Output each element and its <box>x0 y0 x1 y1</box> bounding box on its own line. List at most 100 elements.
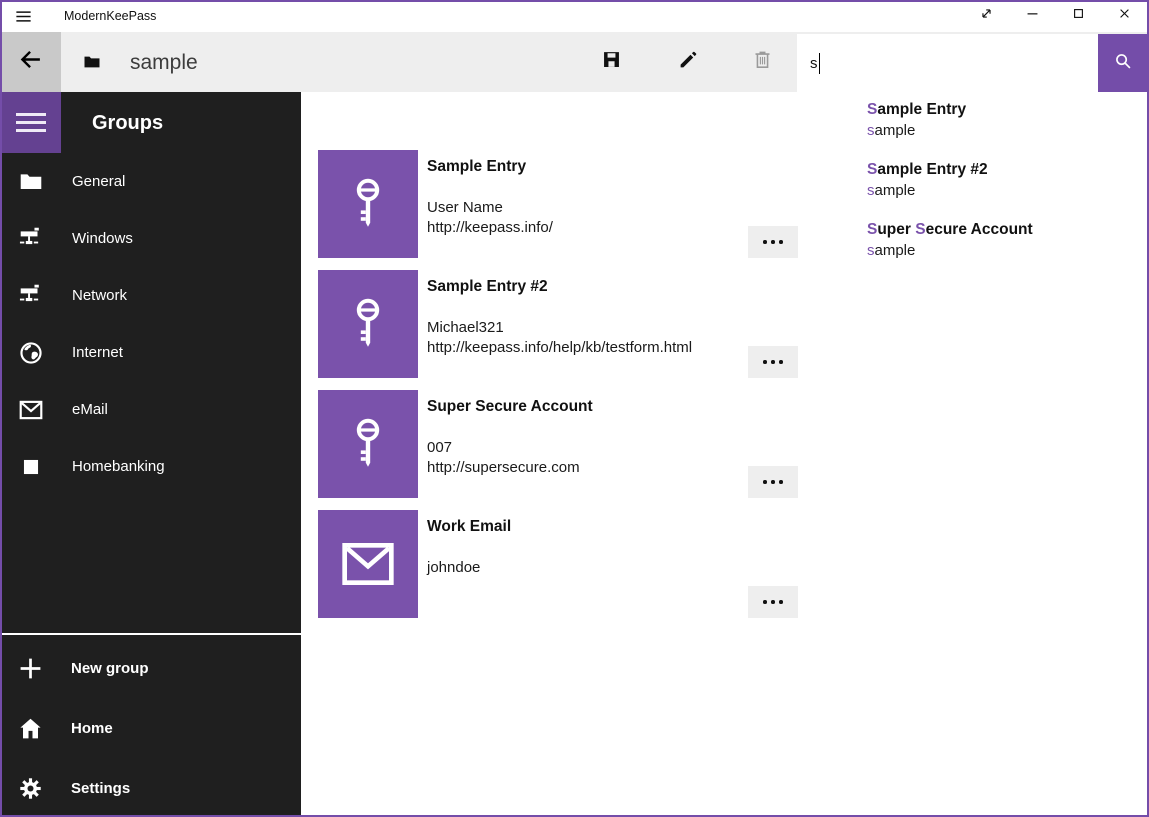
entry-url: http://supersecure.com <box>427 459 580 476</box>
sidebar-hamburger-button[interactable] <box>0 92 61 153</box>
text-caret <box>819 53 821 74</box>
network-icon <box>18 226 44 252</box>
more-button[interactable] <box>748 466 798 498</box>
suggestion-title: Sample Entry #2 <box>867 160 988 180</box>
search-button[interactable] <box>1098 34 1147 92</box>
delete-trash-icon <box>752 49 773 75</box>
search-suggestion[interactable]: Sample Entry #2 sample <box>867 160 988 201</box>
minimize-button[interactable] <box>1009 1 1055 31</box>
entry-tile <box>318 150 418 258</box>
search-input-value: s <box>810 55 818 72</box>
group-list: General Windows Network Internet eMail H… <box>0 153 301 495</box>
sidebar-item-network[interactable]: Network <box>0 267 301 324</box>
save-icon <box>601 49 622 75</box>
action-label: Home <box>71 720 113 737</box>
search-input[interactable]: s <box>797 34 1098 92</box>
close-icon <box>1116 5 1133 27</box>
group-label: Windows <box>72 230 133 247</box>
sidebar-separator <box>0 633 301 635</box>
window-title: ModernKeePass <box>64 0 156 32</box>
sidebar-item-windows[interactable]: Windows <box>0 210 301 267</box>
entry-url: http://keepass.info/help/kb/testform.htm… <box>427 339 692 356</box>
search-suggestion[interactable]: Sample Entry sample <box>867 100 966 141</box>
hamburger-icon <box>16 113 46 116</box>
action-label: Settings <box>71 780 130 797</box>
key-icon <box>344 416 392 472</box>
entry-url: http://keepass.info/ <box>427 219 553 236</box>
group-label: Internet <box>72 344 123 361</box>
entry-username: Michael321 <box>427 319 504 336</box>
ellipsis-icon <box>763 600 767 604</box>
search-suggestion[interactable]: Super Secure Account sample <box>867 220 1033 261</box>
fullscreen-button[interactable] <box>963 1 1009 31</box>
plus-icon <box>18 656 43 681</box>
database-folder-icon <box>82 52 102 72</box>
entry-username: User Name <box>427 199 503 216</box>
suggestion-subtitle: sample <box>867 181 988 201</box>
maximize-button[interactable] <box>1055 1 1101 31</box>
entry-title: Sample Entry #2 <box>427 278 548 296</box>
app-bar: sample s <box>0 32 1149 92</box>
entry-tile <box>318 390 418 498</box>
key-icon <box>344 296 392 352</box>
minimize-icon <box>1024 5 1041 27</box>
back-button[interactable] <box>0 32 61 92</box>
edit-pencil-icon <box>678 49 699 75</box>
sidebar-item-general[interactable]: General <box>0 153 301 210</box>
close-button[interactable] <box>1101 1 1147 31</box>
sidebar-item-internet[interactable]: Internet <box>0 324 301 381</box>
home-icon <box>18 716 43 741</box>
entry-username: 007 <box>427 439 452 456</box>
entry-row[interactable]: Work Email johndoe <box>318 510 1108 618</box>
settings-button[interactable]: Settings <box>0 758 301 817</box>
entry-username: johndoe <box>427 559 480 576</box>
suggestion-title: Sample Entry <box>867 100 966 120</box>
globe-icon <box>18 340 44 366</box>
entry-title: Super Secure Account <box>427 398 593 416</box>
suggestion-title: Super Secure Account <box>867 220 1033 240</box>
search-suggestions-flyout: Sample Entry sample Sample Entry #2 samp… <box>798 92 1149 298</box>
save-button[interactable] <box>588 32 634 92</box>
maximize-icon <box>1070 5 1087 27</box>
group-label: eMail <box>72 401 108 418</box>
more-button[interactable] <box>748 586 798 618</box>
window-controls <box>963 1 1147 31</box>
ellipsis-icon <box>763 480 767 484</box>
network-icon <box>18 283 44 309</box>
search-magnifier-icon <box>1113 51 1133 76</box>
entry-title: Work Email <box>427 518 511 536</box>
gear-icon <box>18 776 43 801</box>
entry-tile <box>318 270 418 378</box>
sidebar: Groups General Windows Network Internet … <box>0 92 301 817</box>
folder-icon <box>18 169 44 195</box>
home-button[interactable]: Home <box>0 698 301 758</box>
app-window: ModernKeePass sample <box>0 0 1149 817</box>
ellipsis-icon <box>763 360 767 364</box>
database-title: sample <box>130 32 198 92</box>
fullscreen-icon <box>978 5 995 27</box>
entry-row[interactable]: Super Secure Account 007 http://supersec… <box>318 390 1108 498</box>
square-icon <box>18 454 44 480</box>
sidebar-item-email[interactable]: eMail <box>0 381 301 438</box>
edit-button[interactable] <box>665 32 711 92</box>
hamburger-icon <box>14 7 33 26</box>
key-icon <box>344 176 392 232</box>
title-bar: ModernKeePass <box>0 0 1149 32</box>
delete-button[interactable] <box>739 32 785 92</box>
suggestion-subtitle: sample <box>867 241 1033 261</box>
new-group-button[interactable]: New group <box>0 638 301 698</box>
more-button[interactable] <box>748 346 798 378</box>
group-label: General <box>72 173 125 190</box>
group-label: Homebanking <box>72 458 165 475</box>
action-label: New group <box>71 660 149 677</box>
sidebar-item-homebanking[interactable]: Homebanking <box>0 438 301 495</box>
entry-tile <box>318 510 418 618</box>
entry-list: Sample Entry User Name http://keepass.in… <box>301 92 1149 817</box>
mail-icon <box>340 540 396 588</box>
group-label: Network <box>72 287 127 304</box>
entry-title: Sample Entry <box>427 158 526 176</box>
back-arrow-icon <box>18 47 43 77</box>
suggestion-subtitle: sample <box>867 121 966 141</box>
ellipsis-icon <box>763 240 767 244</box>
more-button[interactable] <box>748 226 798 258</box>
